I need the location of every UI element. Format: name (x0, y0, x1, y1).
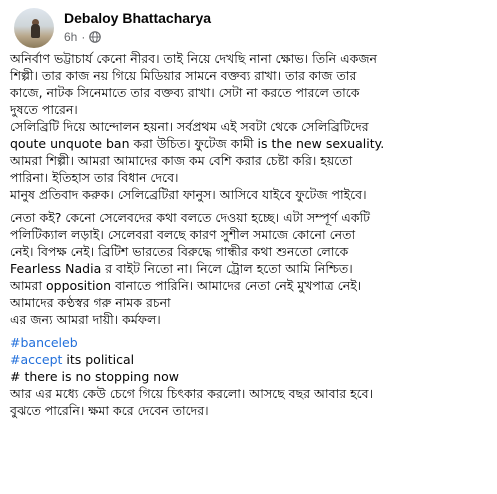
closing-paragraph: আর এর মধ্যে কেউ চেগে গিয়ে চিৎকার করলো। … (10, 385, 490, 419)
post-text-line: কাজে, নাটক সিনেমাতে তার বক্তব্য রাখা। সে… (10, 85, 360, 100)
post-text-line: আমাদের কণ্ঠস্বর গরু নামক রচনা (10, 295, 171, 310)
post-text-line: পলিটিক্যাল লড়াই। সেলেবরা বলছে কারণ সুশী… (10, 227, 356, 242)
post-text-line: আমরা শিল্পী। আমরা আমাদের কাজ কম বেশি করা… (10, 153, 353, 168)
post-text-line: এর জন্য আমরা দায়ী। কর্মফল। (10, 312, 161, 327)
post-text-line: শিল্পী। তার কাজ নয় গিয়ে মিডিয়ার সামনে… (10, 68, 357, 83)
post-meta: 6h · (64, 30, 102, 44)
post-paragraph: অনির্বাণ ভট্টাচার্য কেনো নীরব। তাই নিয়ে… (10, 50, 490, 203)
post-body: অনির্বাণ ভট্টাচার্য কেনো নীরব। তাই নিয়ে… (10, 50, 490, 419)
post-text-line: বুঝতে পারেনি। ক্ষমা করে দেবেন তাদের। (10, 403, 209, 418)
author-name[interactable]: Debaloy Bhattacharya (64, 10, 211, 26)
meta-separator: · (81, 30, 86, 44)
hashtag-line: #accept its political (10, 351, 490, 368)
post-text-line: Fearless Nadia র বাইট নিতো না। নিলে ট্রো… (10, 261, 353, 276)
post-time[interactable]: 6h (64, 30, 77, 44)
post-text-line: আর এর মধ্যে কেউ চেগে গিয়ে চিৎকার করলো। … (10, 386, 374, 401)
post-text-line: আমরা opposition বানাতে পারিনি। আমাদের নে… (10, 278, 362, 293)
post-text-line: সেলিব্রিটি দিয়ে আন্দোলন হয়না। সর্বপ্রথ… (10, 119, 369, 134)
hashtag-suffix: its political (62, 352, 135, 367)
author-avatar[interactable] (14, 8, 54, 48)
post-text-line: মানুষ প্রতিবাদ করুক। সেলিব্রেটিরা ফানুস।… (10, 187, 367, 202)
post-text-line: অনির্বাণ ভট্টাচার্য কেনো নীরব। তাই নিয়ে… (10, 51, 377, 66)
post-text-line: qoute unquote ban করা উচিত। ফুটেজ কামী i… (10, 136, 385, 151)
hashtag-banceleb[interactable]: #banceleb (10, 335, 78, 350)
avatar-figure-body (31, 24, 40, 38)
post-paragraph: নেতা কই? কেনো সেলেবদের কথা বলতে দেওয়া হ… (10, 209, 490, 328)
post-text-line: দুষতে পারেন। (10, 102, 78, 117)
post-text-line: পারিনা। ইতিহাস তার বিধান দেবে। (10, 170, 179, 185)
globe-icon[interactable] (89, 31, 102, 43)
hashtag-line: #banceleb (10, 334, 490, 351)
facebook-post: Debaloy Bhattacharya 6h · অনির্বাণ ভট্টা… (0, 0, 497, 494)
hashtag-accept[interactable]: #accept (10, 352, 62, 367)
plain-tag: # there is no stopping now (10, 369, 180, 384)
post-text-line: নেতা কই? কেনো সেলেবদের কথা বলতে দেওয়া হ… (10, 210, 370, 225)
post-header: Debaloy Bhattacharya 6h · (14, 6, 474, 50)
post-text-line: নেই। বিপক্ষ নেই। ব্রিটিশ ভারতের বিরুদ্ধে… (10, 244, 349, 259)
